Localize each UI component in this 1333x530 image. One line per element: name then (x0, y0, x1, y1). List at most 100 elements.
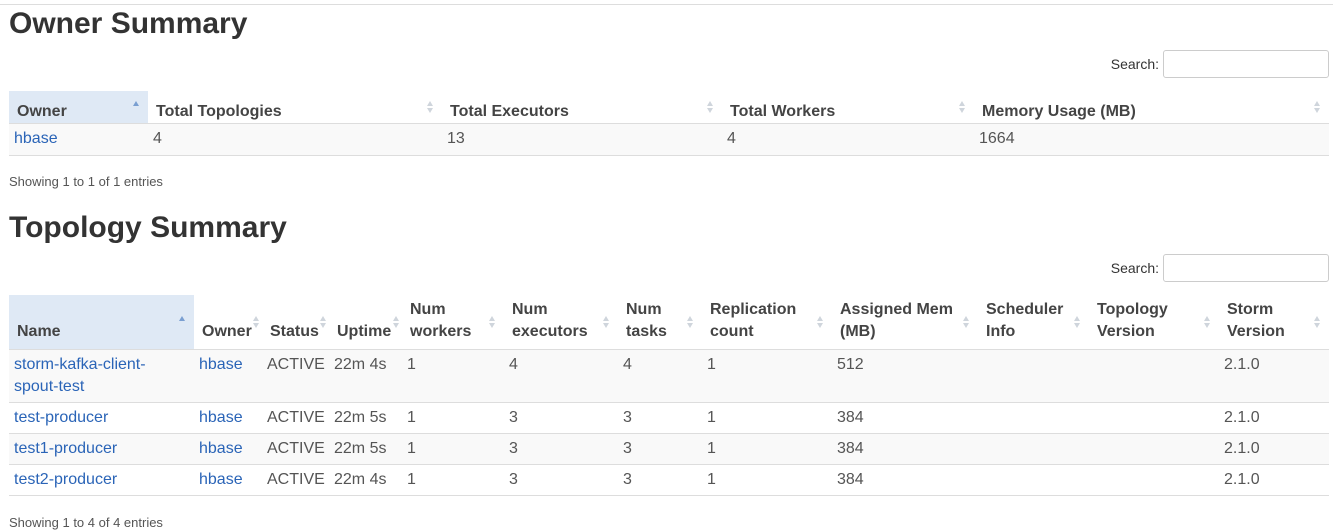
cell-total-topologies: 4 (148, 123, 442, 156)
cell-topology-version (1089, 349, 1219, 403)
topology-col-replication-count[interactable]: Replication count (702, 295, 832, 350)
topology-search-label: Search: (1110, 260, 1159, 276)
owner-col-total-workers[interactable]: Total Workers (722, 91, 974, 124)
cell-num-workers: 1 (402, 433, 504, 465)
owner-summary-title: Owner Summary (9, 7, 248, 40)
owner-link[interactable]: hbase (199, 471, 243, 488)
sort-icon (1074, 315, 1081, 328)
sort-icon (1314, 100, 1321, 113)
topology-col-num-workers[interactable]: Num workers (402, 295, 504, 350)
topology-name-link[interactable]: storm-kafka-client-spout-test (14, 356, 146, 395)
cell-scheduler-info (978, 464, 1089, 496)
owner-col-total-topologies[interactable]: Total Topologies (148, 91, 442, 124)
topology-col-assigned-mem[interactable]: Assigned Mem (MB) (832, 295, 978, 350)
sort-icon (1204, 315, 1211, 328)
sort-icon (963, 315, 970, 328)
topology-name-link[interactable]: test-producer (14, 409, 108, 426)
cell-replication-count: 1 (702, 433, 832, 465)
owner-table-info: Showing 1 to 1 of 1 entries (9, 174, 163, 189)
topology-search-input[interactable] (1163, 254, 1329, 282)
topology-col-owner[interactable]: Owner (194, 295, 262, 350)
cell-num-tasks: 3 (618, 402, 702, 434)
cell-scheduler-info (978, 349, 1089, 403)
owner-summary-table: Owner Total Topologies Total Executors T… (9, 91, 1329, 156)
sort-icon (253, 315, 260, 328)
cell-storm-version: 2.1.0 (1219, 402, 1329, 434)
cell-total-executors: 13 (442, 123, 722, 156)
topology-col-topology-version[interactable]: Topology Version (1089, 295, 1219, 350)
owner-link[interactable]: hbase (14, 130, 58, 147)
sort-icon (959, 100, 966, 113)
sort-asc-icon (133, 100, 140, 113)
topology-col-num-tasks[interactable]: Num tasks (618, 295, 702, 350)
top-divider (0, 4, 1333, 5)
cell-storm-version: 2.1.0 (1219, 433, 1329, 465)
owner-search: Search: (1111, 50, 1329, 78)
cell-topology-version (1089, 433, 1219, 465)
topology-col-uptime[interactable]: Uptime (329, 295, 402, 350)
sort-icon (707, 100, 714, 113)
cell-memory-usage: 1664 (974, 123, 1329, 156)
cell-topology-version (1089, 402, 1219, 434)
cell-assigned-mem: 384 (832, 433, 978, 465)
owner-search-input[interactable] (1163, 50, 1329, 78)
cell-uptime: 22m 4s (329, 464, 402, 496)
sort-asc-icon (179, 315, 186, 328)
sort-icon (489, 315, 496, 328)
topology-col-name[interactable]: Name (9, 295, 194, 350)
cell-num-workers: 1 (402, 349, 504, 403)
cell-assigned-mem: 384 (832, 464, 978, 496)
cell-num-tasks: 3 (618, 464, 702, 496)
topology-name-link[interactable]: test2-producer (14, 471, 117, 488)
sort-icon (603, 315, 610, 328)
cell-scheduler-info (978, 433, 1089, 465)
topology-col-scheduler-info[interactable]: Scheduler Info (978, 295, 1089, 350)
table-row: test-producer hbase ACTIVE 22m 5s 1 3 3 … (9, 402, 1329, 434)
cell-num-executors: 3 (504, 464, 618, 496)
table-row: test2-producer hbase ACTIVE 22m 4s 1 3 3… (9, 464, 1329, 496)
cell-replication-count: 1 (702, 349, 832, 403)
cell-assigned-mem: 384 (832, 402, 978, 434)
topology-col-num-executors[interactable]: Num executors (504, 295, 618, 350)
sort-icon (817, 315, 824, 328)
cell-status: ACTIVE (262, 349, 329, 403)
table-row: hbase 4 13 4 1664 (9, 123, 1329, 156)
owner-col-owner[interactable]: Owner (9, 91, 148, 124)
cell-topology-version (1089, 464, 1219, 496)
cell-num-workers: 1 (402, 402, 504, 434)
owner-link[interactable]: hbase (199, 356, 243, 373)
topology-summary-table: Name Owner Status Uptime Num workers Num e… (9, 295, 1329, 496)
cell-assigned-mem: 512 (832, 349, 978, 403)
sort-icon (320, 315, 327, 328)
topology-col-storm-version[interactable]: Storm Version (1219, 295, 1329, 350)
owner-search-label: Search: (1110, 56, 1159, 72)
owner-link[interactable]: hbase (199, 440, 243, 457)
topology-summary-section: Topology Summary Search: Name Owner Stat… (9, 210, 1329, 530)
cell-uptime: 22m 5s (329, 402, 402, 434)
cell-status: ACTIVE (262, 464, 329, 496)
cell-storm-version: 2.1.0 (1219, 464, 1329, 496)
table-row: test1-producer hbase ACTIVE 22m 5s 1 3 3… (9, 433, 1329, 465)
cell-uptime: 22m 5s (329, 433, 402, 465)
cell-num-executors: 3 (504, 402, 618, 434)
cell-replication-count: 1 (702, 402, 832, 434)
topology-name-link[interactable]: test1-producer (14, 440, 117, 457)
cell-num-tasks: 4 (618, 349, 702, 403)
owner-col-total-executors[interactable]: Total Executors (442, 91, 722, 124)
cell-status: ACTIVE (262, 402, 329, 434)
sort-icon (1314, 315, 1321, 328)
sort-icon (687, 315, 694, 328)
table-row: storm-kafka-client-spout-test hbase ACTI… (9, 349, 1329, 403)
cell-num-executors: 4 (504, 349, 618, 403)
topology-col-status[interactable]: Status (262, 295, 329, 350)
cell-scheduler-info (978, 402, 1089, 434)
cell-status: ACTIVE (262, 433, 329, 465)
owner-col-memory-usage[interactable]: Memory Usage (MB) (974, 91, 1329, 124)
cell-num-executors: 3 (504, 433, 618, 465)
cell-num-tasks: 3 (618, 433, 702, 465)
cell-uptime: 22m 4s (329, 349, 402, 403)
owner-link[interactable]: hbase (199, 409, 243, 426)
topology-summary-title: Topology Summary (9, 211, 287, 244)
sort-icon (427, 100, 434, 113)
cell-total-workers: 4 (722, 123, 974, 156)
